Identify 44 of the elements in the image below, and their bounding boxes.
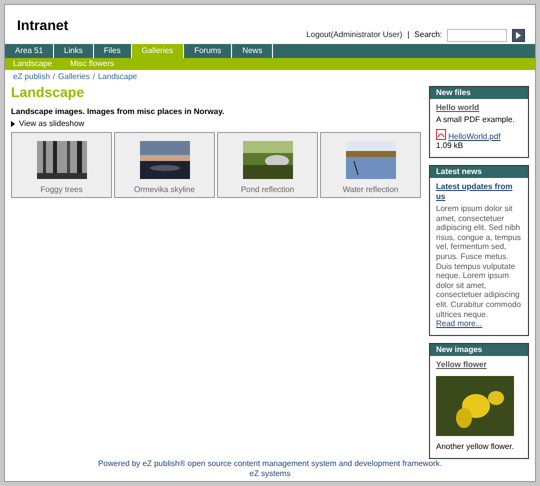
arrow-icon xyxy=(11,121,15,128)
file-link[interactable]: HelloWorld.pdf xyxy=(448,132,501,141)
play-arrow-icon xyxy=(516,32,521,39)
slideshow-link[interactable]: View as slideshow xyxy=(19,119,84,130)
nav-tab[interactable]: Files xyxy=(94,44,132,58)
search-field[interactable] xyxy=(447,28,507,42)
item-title-link[interactable]: Hello world xyxy=(436,102,522,112)
gallery-item[interactable]: Water reflection xyxy=(320,132,421,198)
image-caption: Foggy trees xyxy=(40,185,83,196)
box-title: New files xyxy=(430,86,528,99)
read-more-link[interactable]: Read more... xyxy=(436,319,482,328)
image-caption: Water reflection xyxy=(342,185,398,196)
search-button[interactable] xyxy=(512,28,525,42)
page-description: Landscape images. Images from misc places in Norway. xyxy=(11,107,226,118)
item-text: Another yellow flower. xyxy=(436,442,515,452)
search-label: Search: xyxy=(414,30,442,40)
photo-placeholder[interactable] xyxy=(242,141,292,180)
breadcrumb-link[interactable]: Landscape xyxy=(98,72,138,82)
breadcrumb-separator: / xyxy=(92,72,95,82)
image-caption: Pond reflection xyxy=(240,185,294,196)
page-heading: Landscape xyxy=(11,84,86,102)
box-title: New images xyxy=(430,344,528,356)
gallery-item[interactable]: Foggy trees xyxy=(11,132,112,198)
item-title-link[interactable]: Latest updates from us xyxy=(436,182,522,202)
logout-link[interactable]: Logout(Administrator User) xyxy=(306,30,402,40)
pdf-file-icon xyxy=(436,128,446,140)
separator-text: | xyxy=(407,30,410,40)
box-title: Latest news xyxy=(430,166,528,178)
footer-text: eZ systems xyxy=(248,469,292,479)
news-text: Lorem ipsum dolor sit amet, consectetuer adipiscing elit. Sed nibh risus, congue a, tempus vel, fermentum sed, purus. Fusce metus. Duis tempus vulputate neque. Lorem ipsum dolor sit amet, consectetuer adipiscing elit. Curabitur commodo ultrices neque. xyxy=(436,204,522,320)
photo-placeholder[interactable] xyxy=(140,141,190,180)
photo-placeholder[interactable] xyxy=(36,141,86,180)
breadcrumb-separator: / xyxy=(52,72,56,82)
gallery-item[interactable]: Ormevika skyline xyxy=(114,132,215,198)
image-caption: Ormevika skyline xyxy=(134,185,195,196)
breadcrumb-link[interactable]: Galleries xyxy=(58,72,90,82)
photo-placeholder[interactable] xyxy=(436,376,514,436)
gallery-item[interactable]: Pond reflection xyxy=(217,132,318,198)
item-text: A small PDF example. xyxy=(436,115,516,125)
file-size: 1.09 kB xyxy=(436,141,464,150)
site-title: Intranet xyxy=(17,17,68,35)
breadcrumb-link[interactable]: eZ publish xyxy=(13,72,50,82)
item-title-link[interactable]: Yellow flower xyxy=(436,360,522,370)
footer-text: Powered by eZ publish® open source content management system and development framework. xyxy=(97,459,443,469)
